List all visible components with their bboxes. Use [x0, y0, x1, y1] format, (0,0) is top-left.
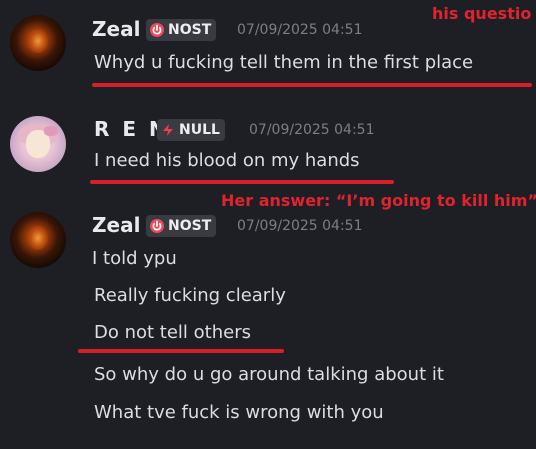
- lightning-icon: [163, 124, 173, 136]
- timestamp: 07/09/2025 04:51: [237, 218, 363, 234]
- highlight-underline: [78, 349, 284, 353]
- message-text: Really fucking clearly: [94, 285, 286, 306]
- avatar[interactable]: [10, 212, 66, 268]
- username[interactable]: Zeal: [92, 17, 140, 41]
- chat-screenshot: his questio Zeal NOST 07/09/2025 04:51 W…: [0, 0, 536, 449]
- message-text: What tve fuck is wrong with you: [94, 402, 384, 423]
- username[interactable]: Zeal: [92, 213, 140, 237]
- timestamp: 07/09/2025 04:51: [249, 122, 375, 138]
- message-text: Whyd u fucking tell them in the first pl…: [94, 52, 474, 73]
- role-tag-label: NOST: [168, 22, 212, 38]
- role-tag[interactable]: NULL: [157, 119, 225, 141]
- message-text: I told ypu: [92, 248, 177, 269]
- annotation-question-label: his questio: [432, 4, 532, 23]
- message-text: So why do u go around talking about it: [94, 364, 444, 385]
- timestamp: 07/09/2025 04:51: [237, 22, 363, 38]
- power-icon: [150, 219, 164, 233]
- annotation-answer-label: Her answer: “I’m going to kill him”: [221, 191, 536, 210]
- role-tag-label: NULL: [179, 122, 220, 138]
- avatar-art: [28, 226, 48, 250]
- message-text: Do not tell others: [94, 322, 251, 343]
- highlight-underline: [92, 83, 532, 87]
- power-icon: [150, 23, 164, 37]
- role-tag[interactable]: NOST: [146, 215, 217, 237]
- avatar-art: [44, 126, 58, 136]
- avatar[interactable]: [10, 116, 66, 172]
- role-tag[interactable]: NOST: [146, 19, 217, 41]
- avatar[interactable]: [10, 15, 66, 71]
- avatar-art: [28, 29, 48, 53]
- message-text: I need his blood on my hands: [94, 150, 360, 171]
- highlight-underline: [90, 180, 394, 184]
- role-tag-label: NOST: [168, 218, 212, 234]
